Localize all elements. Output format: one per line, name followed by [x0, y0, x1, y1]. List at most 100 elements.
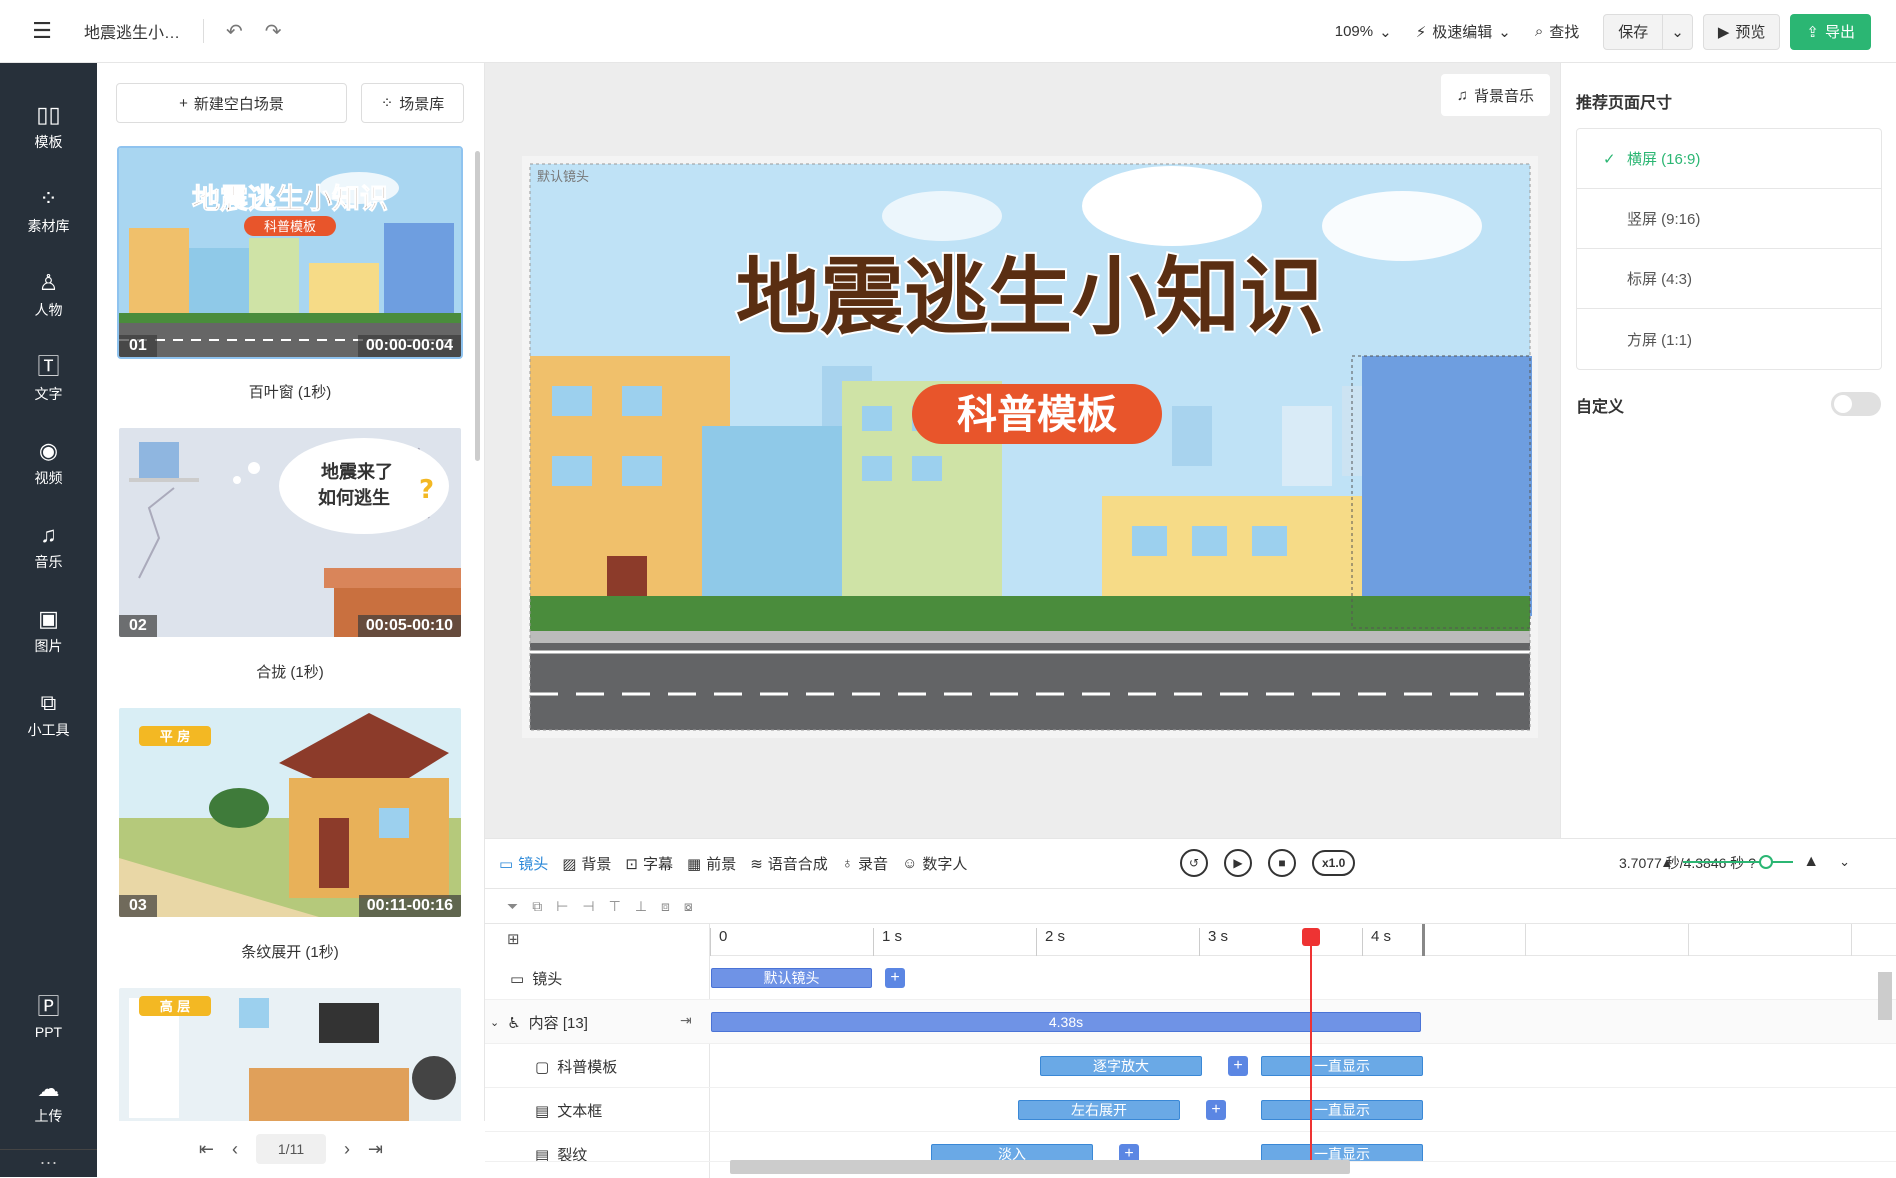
- canvas-title[interactable]: 地震逃生小知识: [734, 246, 1326, 348]
- scene-library-button[interactable]: ⁘ 场景库: [361, 83, 464, 123]
- background-music-button[interactable]: ♫ 背景音乐: [1440, 74, 1550, 116]
- nav-tools[interactable]: ⧉ 小工具: [0, 681, 97, 751]
- nav-video[interactable]: ◉ 视频: [0, 429, 97, 499]
- zoom-slider-knob[interactable]: [1759, 855, 1774, 869]
- play-icon[interactable]: ▶: [1224, 849, 1252, 877]
- tab-foreground[interactable]: ▦ 前景: [687, 853, 736, 874]
- scene-thumbnail[interactable]: 地震来了 如何逃生 ? 02 00:05-00:10: [117, 426, 463, 639]
- edit-mode-select[interactable]: ⚡ 极速编辑 ⌄: [1416, 21, 1511, 42]
- size-option-label: 方屏 (1:1): [1627, 331, 1693, 349]
- template-icon: ▯▯: [36, 102, 61, 127]
- nav-library[interactable]: ⁘ 素材库: [0, 177, 97, 247]
- tab-shot[interactable]: ▭ 镜头: [499, 853, 548, 874]
- preview-button[interactable]: ▶ 预览: [1702, 13, 1781, 50]
- canvas-badge[interactable]: 科普模板: [957, 392, 1117, 438]
- chevron-down-icon[interactable]: ⌄: [490, 1016, 499, 1029]
- undo-icon[interactable]: ↶: [226, 19, 243, 44]
- save-button[interactable]: 保存: [1604, 15, 1662, 49]
- scene-card[interactable]: 高 层: [117, 986, 463, 1121]
- svg-text:?: ?: [419, 475, 434, 505]
- background-icon: ▨: [562, 855, 577, 873]
- speed-button[interactable]: x1.0: [1312, 850, 1356, 876]
- size-option-1-1[interactable]: 方屏 (1:1): [1577, 309, 1881, 369]
- scenes-panel: + 新建空白场景 ⁘ 场景库 地震逃生小知识 科普模板 01 00:00-00:04: [97, 63, 485, 1177]
- size-option-9-16[interactable]: 竖屏 (9:16): [1577, 189, 1881, 249]
- timeline-horizontal-scrollbar[interactable]: [730, 1160, 1350, 1174]
- distribute-icon[interactable]: ⊥: [635, 898, 647, 915]
- clip-default-shot[interactable]: 默认镜头: [711, 968, 872, 988]
- nav-image[interactable]: ▣ 图片: [0, 597, 97, 667]
- page-indicator[interactable]: 1/11: [256, 1134, 326, 1164]
- scene-card[interactable]: 平 房 03 00:11-00:16 条纹展开 (1秒): [117, 706, 463, 962]
- zoom-out-icon[interactable]: ▲: [1660, 855, 1673, 870]
- stop-icon[interactable]: ■: [1268, 849, 1296, 877]
- project-title[interactable]: 地震逃生小知...: [84, 19, 204, 43]
- add-clip-button[interactable]: +: [1228, 1056, 1248, 1076]
- timeline-vertical-scrollbar[interactable]: [1878, 972, 1892, 1020]
- menu-icon[interactable]: ☰: [0, 0, 84, 63]
- redo-icon[interactable]: ↷: [265, 19, 282, 44]
- new-blank-scene-button[interactable]: + 新建空白场景: [116, 83, 347, 123]
- size-option-16-9[interactable]: ✓ 横屏 (16:9): [1577, 129, 1881, 189]
- image-icon: ▤: [535, 1146, 550, 1162]
- bubble-line-1: 地震来了: [321, 461, 393, 483]
- clip-content-duration[interactable]: 4.38s: [711, 1012, 1421, 1032]
- collapse-icon[interactable]: ⌄: [1839, 854, 1850, 870]
- group-icon[interactable]: ⧈: [661, 898, 670, 915]
- add-clip-button[interactable]: +: [885, 968, 905, 988]
- align-left-icon[interactable]: ⊢: [556, 898, 568, 915]
- scene-card[interactable]: 地震逃生小知识 科普模板 01 00:00-00:04 百叶窗 (1秒): [117, 146, 463, 402]
- layer-icon[interactable]: ⧉: [532, 898, 542, 915]
- playhead[interactable]: [1310, 928, 1312, 1163]
- scene-thumbnail[interactable]: 高 层: [117, 986, 463, 1121]
- next-page-icon[interactable]: ›: [344, 1139, 350, 1160]
- tree-icon[interactable]: ⊞: [507, 930, 520, 948]
- scene-pager: ⇤ ‹ 1/11 › ⇥: [97, 1121, 485, 1177]
- nav-ppt[interactable]: 🄿 PPT: [0, 983, 97, 1053]
- zoom-slider[interactable]: [1683, 855, 1794, 869]
- tab-record[interactable]: ♁ 录音: [842, 853, 888, 874]
- align-right-icon[interactable]: ⊤: [609, 898, 621, 915]
- nav-music[interactable]: ♫ 音乐: [0, 513, 97, 583]
- top-bar: ☰ 地震逃生小知... ↶ ↷ 109% ⌄ ⚡ 极速编辑 ⌄ ⌕ 查找 保存 ⌄ ▶ 预…: [0, 0, 1896, 63]
- nav-text[interactable]: 🅃 文字: [0, 345, 97, 415]
- size-option-4-3[interactable]: 标屏 (4:3): [1577, 249, 1881, 309]
- ungroup-icon[interactable]: ⧇: [684, 898, 693, 915]
- find-button[interactable]: ⌕ 查找: [1535, 21, 1579, 42]
- replay-icon[interactable]: ↺: [1180, 849, 1208, 877]
- stage[interactable]: 默认镜头 地震逃生小知识 科普模板: [522, 156, 1538, 738]
- tab-subtitle[interactable]: ⊡ 字幕: [625, 853, 673, 874]
- scenes-scrollbar[interactable]: [475, 151, 480, 461]
- export-button[interactable]: ⇪ 导出: [1790, 13, 1871, 50]
- clip-always-show[interactable]: 一直显示: [1261, 1056, 1423, 1076]
- more-icon[interactable]: ···: [0, 1149, 97, 1177]
- tab-background[interactable]: ▨ 背景: [562, 853, 611, 874]
- custom-size-toggle[interactable]: [1831, 392, 1881, 416]
- tab-label: 前景: [706, 856, 737, 873]
- zoom-in-icon[interactable]: ▲: [1803, 853, 1819, 871]
- zoom-select[interactable]: 109% ⌄: [1335, 23, 1392, 41]
- text-icon: 🅃: [37, 354, 60, 379]
- clip-always-show[interactable]: 一直显示: [1261, 1100, 1423, 1120]
- new-blank-label: 新建空白场景: [193, 95, 284, 113]
- prev-page-icon[interactable]: ‹: [232, 1139, 238, 1160]
- scene-thumbnail[interactable]: 地震逃生小知识 科普模板 01 00:00-00:04: [117, 146, 463, 359]
- nav-person[interactable]: ♙ 人物: [0, 261, 97, 331]
- tab-digital-human[interactable]: ☺ 数字人: [902, 853, 967, 874]
- nav-template[interactable]: ▯▯ 模板: [0, 93, 97, 163]
- scene-card[interactable]: 地震来了 如何逃生 ? 02 00:05-00:10 合拢 (1秒): [117, 426, 463, 682]
- save-dropdown-icon[interactable]: ⌄: [1662, 14, 1692, 49]
- align-center-icon[interactable]: ⊣: [582, 898, 594, 915]
- add-clip-button[interactable]: +: [1206, 1100, 1226, 1120]
- clip-animation-in[interactable]: 左右展开: [1018, 1100, 1180, 1120]
- first-page-icon[interactable]: ⇤: [199, 1139, 214, 1160]
- filter-icon[interactable]: ⏷: [507, 898, 518, 915]
- nav-upload[interactable]: ☁ 上传: [0, 1067, 97, 1137]
- exit-group-icon[interactable]: ⇥: [680, 1012, 692, 1029]
- last-page-icon[interactable]: ⇥: [368, 1139, 383, 1160]
- clip-animation-in[interactable]: 逐字放大: [1040, 1056, 1202, 1076]
- scene-thumbnail[interactable]: 平 房 03 00:11-00:16: [117, 706, 463, 919]
- playback-controls: ↺ ▶ ■ x1.0: [1180, 849, 1356, 877]
- tab-label: 录音: [858, 856, 889, 873]
- tab-tts[interactable]: ≋ 语音合成: [750, 853, 828, 874]
